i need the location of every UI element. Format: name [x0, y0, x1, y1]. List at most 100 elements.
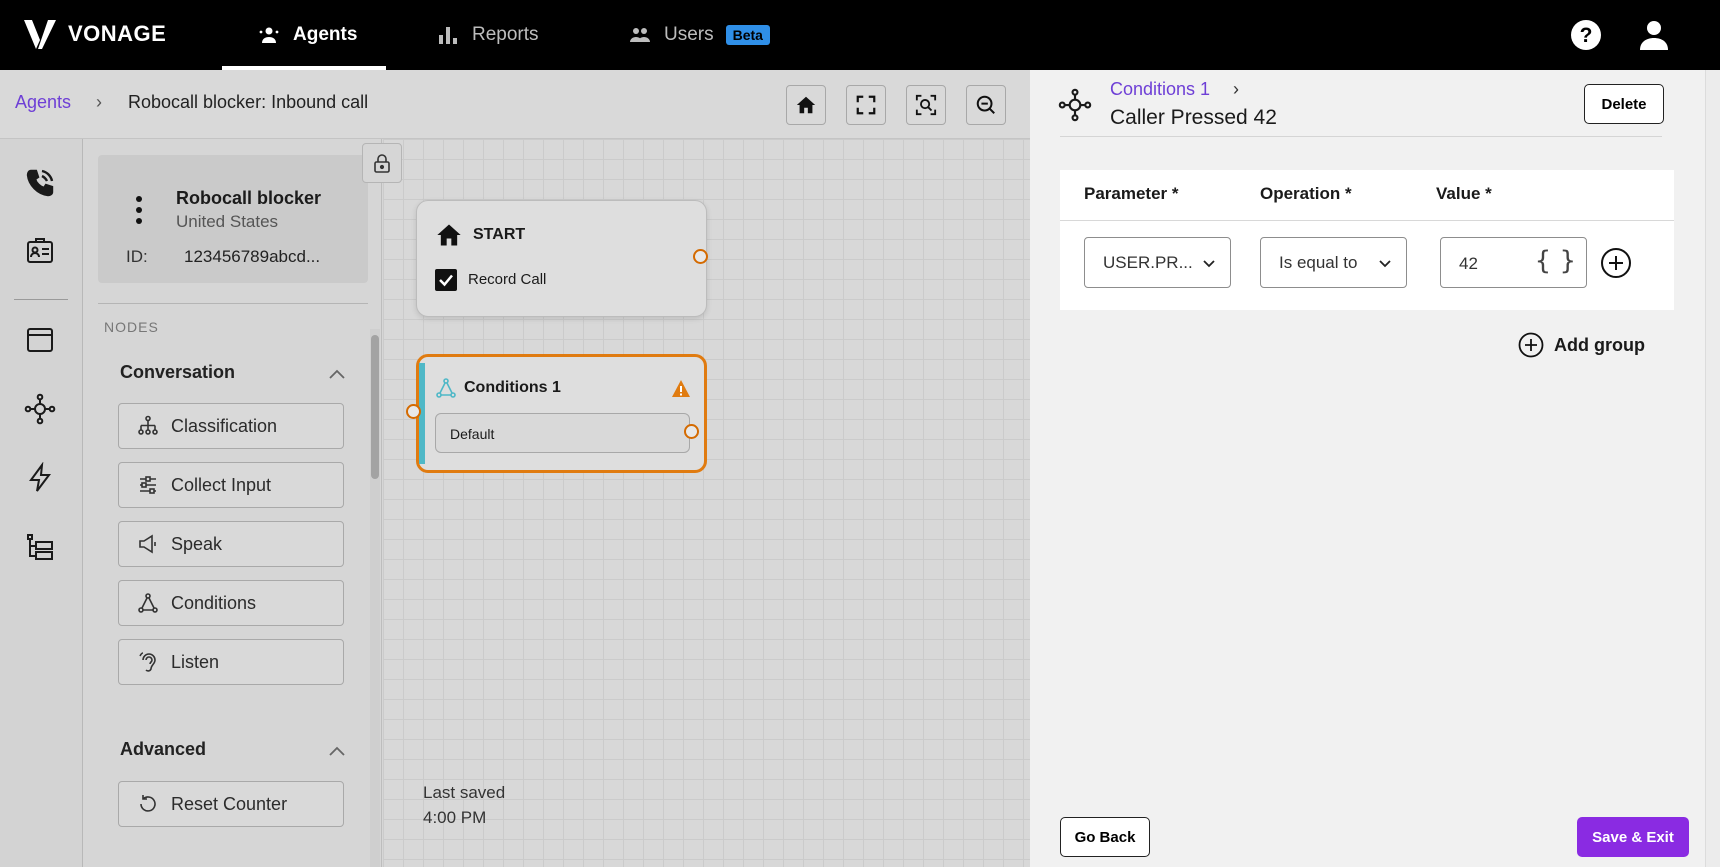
node-listen[interactable]: Listen: [118, 639, 344, 685]
vonage-logo[interactable]: VONAGE: [22, 16, 166, 52]
tab-reports[interactable]: Reports: [436, 0, 539, 70]
condition-editor-drawer: Conditions 1 › Caller Pressed 42 Delete …: [1030, 70, 1705, 867]
tab-users[interactable]: Users Beta: [628, 0, 770, 70]
lock-button[interactable]: [362, 143, 402, 183]
zoom-out-icon: [976, 95, 995, 114]
condition-table: Parameter * Operation * Value * USER.PR.…: [1060, 170, 1674, 310]
last-saved-time: 4:00 PM: [423, 808, 487, 827]
brand-name: VONAGE: [68, 21, 167, 46]
beta-badge: Beta: [725, 25, 770, 45]
node-conditions[interactable]: Conditions: [118, 580, 344, 626]
lightning-icon[interactable]: [24, 462, 56, 494]
drawer-scroll-edge: [1705, 70, 1720, 867]
sliders-icon: [140, 476, 156, 494]
side-panel: Robocall blocker United States ID: 12345…: [84, 139, 382, 867]
vonage-logo-icon: [24, 20, 56, 49]
agents-icon: [259, 27, 279, 43]
last-saved: Last saved 4:00 PM: [423, 780, 505, 830]
chevron-up-icon[interactable]: [328, 365, 346, 383]
tab-users-label: Users: [664, 24, 714, 45]
default-branch[interactable]: Default: [435, 413, 690, 453]
branch-icon: [138, 593, 158, 613]
conditions-input-port[interactable]: [406, 404, 421, 419]
add-condition-icon[interactable]: [1600, 247, 1632, 279]
chevron-up-icon[interactable]: [328, 742, 346, 760]
tab-agents[interactable]: Agents: [222, 0, 386, 70]
node-speak-label: Speak: [171, 533, 223, 554]
node-classification[interactable]: Classification: [118, 403, 344, 449]
start-output-port[interactable]: [693, 249, 708, 264]
value-input[interactable]: 42 { }: [1440, 237, 1587, 288]
go-back-button[interactable]: Go Back: [1060, 817, 1150, 857]
parameter-select[interactable]: USER.PR...: [1084, 237, 1231, 288]
agent-card: Robocall blocker United States ID: 12345…: [98, 155, 368, 283]
phone-call-icon[interactable]: [24, 167, 56, 199]
home-icon: [437, 224, 461, 246]
record-call-checkbox[interactable]: [435, 269, 457, 291]
table-header-divider: [1060, 220, 1674, 221]
drawer-divider: [1060, 136, 1662, 137]
zoom-fit-button[interactable]: [906, 85, 946, 125]
top-navigation: VONAGE Agents Reports Users Beta ?: [0, 0, 1720, 70]
default-output-port[interactable]: [684, 424, 699, 439]
drawer-breadcrumb-link[interactable]: Conditions 1: [1110, 79, 1210, 100]
add-group-button[interactable]: Add group: [1518, 332, 1645, 358]
delete-button[interactable]: Delete: [1584, 84, 1664, 124]
bar-chart-icon: [439, 27, 457, 44]
breadcrumb-agents-link[interactable]: Agents: [15, 92, 71, 113]
node-collect-input[interactable]: Collect Input: [118, 462, 344, 508]
zoom-fit-icon: [915, 94, 937, 116]
node-speak[interactable]: Speak: [118, 521, 344, 567]
fit-screen-button[interactable]: [846, 85, 886, 125]
agent-id-label: ID:: [126, 247, 148, 266]
node-collect-input-label: Collect Input: [171, 474, 272, 495]
agent-name: Robocall blocker: [176, 188, 322, 208]
panel-divider: [98, 303, 368, 304]
tree-list-icon[interactable]: [24, 531, 56, 563]
parameter-value: USER.PR...: [1103, 253, 1193, 272]
start-node[interactable]: START Record Call: [416, 200, 707, 317]
chevron-down-icon: [1203, 260, 1215, 268]
home-button[interactable]: [786, 85, 826, 125]
hierarchy-icon: [138, 415, 158, 435]
plus-circle-icon: [1518, 332, 1544, 358]
variable-braces-icon[interactable]: { }: [1535, 246, 1576, 276]
column-parameter: Parameter *: [1084, 184, 1179, 203]
operation-select[interactable]: Is equal to: [1260, 237, 1407, 288]
node-classification-label: Classification: [171, 415, 278, 436]
value-text: 42: [1459, 254, 1478, 273]
kebab-menu-icon[interactable]: [136, 195, 142, 225]
user-avatar-icon[interactable]: [1636, 17, 1672, 53]
panel-scrollbar-thumb[interactable]: [371, 335, 379, 479]
column-value: Value *: [1436, 184, 1492, 203]
branch-icon: [436, 378, 456, 398]
lock-icon: [374, 154, 390, 173]
breadcrumb-current: Robocall blocker: Inbound call: [128, 92, 369, 112]
fit-screen-icon: [856, 95, 876, 115]
node-reset-counter-label: Reset Counter: [171, 793, 288, 814]
condition-title[interactable]: Caller Pressed 42: [1110, 106, 1277, 130]
ear-icon: [139, 652, 156, 672]
home-icon: [796, 96, 816, 114]
reset-icon: [140, 795, 156, 812]
node-conditions-label: Conditions: [171, 592, 257, 613]
conditions-node-title: Conditions 1: [464, 379, 561, 396]
save-exit-button[interactable]: Save & Exit: [1577, 817, 1689, 857]
rail-divider: [14, 299, 68, 300]
node-reset-counter[interactable]: Reset Counter: [118, 781, 344, 827]
operation-value: Is equal to: [1279, 253, 1358, 272]
window-icon[interactable]: [24, 324, 56, 356]
conditions-node[interactable]: Conditions 1 Default: [416, 354, 707, 473]
last-saved-label: Last saved: [423, 783, 506, 802]
flow-nodes-icon: [1058, 88, 1092, 122]
zoom-out-button[interactable]: [966, 85, 1006, 125]
tab-agents-label: Agents: [293, 24, 358, 45]
svg-text:?: ?: [1580, 24, 1593, 47]
agent-id: 123456789abcd...: [184, 247, 321, 266]
help-icon[interactable]: ?: [1568, 17, 1604, 53]
warning-icon: [672, 380, 690, 397]
id-card-icon[interactable]: [24, 235, 56, 267]
left-rail: [0, 139, 83, 867]
column-operation: Operation *: [1260, 184, 1352, 203]
flow-nodes-icon[interactable]: [24, 393, 56, 425]
